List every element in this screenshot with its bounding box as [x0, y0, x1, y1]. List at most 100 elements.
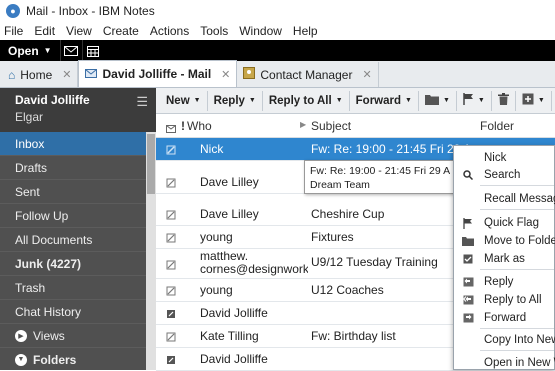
sidebar-item-drafts[interactable]: Drafts [0, 156, 156, 180]
context-menu-label: Mark as [484, 252, 525, 265]
tab-home-label: Home [20, 67, 53, 82]
context-menu-item-move-to-folder[interactable]: Move to Folder... [454, 232, 555, 249]
sidebar-item-label: Sent [15, 184, 40, 199]
close-icon[interactable]: ✕ [362, 68, 371, 81]
reply-label: Reply [213, 94, 245, 107]
menu-edit[interactable]: Edit [34, 24, 55, 38]
sent-message-icon [166, 308, 176, 318]
sidebar-item-chat-history[interactable]: Chat History [0, 300, 156, 324]
context-menu-label: Open in New Wi [484, 356, 555, 369]
message-icon [166, 144, 176, 155]
sidebar-item-trash[interactable]: Trash [0, 276, 156, 300]
delete-button[interactable] [492, 90, 516, 111]
context-menu-item-sender[interactable]: Nick [454, 149, 555, 166]
tab-mail[interactable]: David Jolliffe - Mail ✕ [78, 60, 238, 87]
sent-message-icon [166, 354, 176, 364]
context-menu-item-search[interactable]: Search [454, 166, 555, 183]
tab-home[interactable]: ⌂ Home ✕ [2, 62, 79, 87]
chevron-down-icon: ▼ [477, 97, 485, 104]
sidebar-item-all-documents[interactable]: All Documents [0, 228, 156, 252]
sidebar-item-sent[interactable]: Sent [0, 180, 156, 204]
tab-contact-manager[interactable]: Contact Manager ✕ [237, 62, 379, 87]
menu-bar: File Edit View Create Actions Tools Wind… [0, 21, 555, 40]
context-menu-label: Nick [484, 151, 507, 164]
menu-actions[interactable]: Actions [150, 24, 189, 38]
menu-help[interactable]: Help [293, 24, 318, 38]
mark-icon [462, 253, 474, 265]
tab-bar: ⌂ Home ✕ David Jolliffe - Mail ✕ Contact… [0, 60, 555, 88]
reply-button[interactable]: Reply ▼ [208, 90, 263, 111]
context-menu-item-copy-into-new[interactable]: Copy Into New [454, 331, 555, 348]
context-menu-item-open-in-new-window[interactable]: Open in New Wi [454, 354, 555, 371]
context-menu-item-mark-as[interactable]: Mark as [454, 250, 555, 267]
scrollbar-thumb[interactable] [147, 134, 155, 194]
forward-button[interactable]: Forward ▼ [350, 90, 419, 111]
sidebar-item-label: Follow Up [15, 208, 69, 223]
context-menu-item-reply[interactable]: Reply [454, 273, 555, 290]
menu-file[interactable]: File [4, 24, 23, 38]
sidebar-item-inbox[interactable]: Inbox [0, 132, 156, 156]
context-menu-label: Forward [484, 311, 527, 324]
sidebar-item-label: Trash [15, 280, 46, 295]
message-icon [166, 331, 176, 342]
sidebar-item-folders[interactable]: ▼ Folders [0, 348, 156, 370]
reply-to-all-button[interactable]: Reply to All ▼ [263, 90, 350, 111]
message-sender: David Jolliffe [200, 352, 268, 366]
menu-view[interactable]: View [66, 24, 92, 38]
menu-separator [480, 269, 554, 270]
context-menu-label: Copy Into New [484, 333, 555, 346]
message-subject: Fixtures [311, 230, 354, 244]
flag-button[interactable]: ▼ [457, 90, 492, 111]
calendar-icon[interactable] [81, 40, 104, 61]
close-icon[interactable]: ✕ [62, 68, 71, 81]
context-menu-label: Recall Message... [484, 192, 555, 205]
sidebar-item-label: Drafts [15, 160, 48, 175]
sidebar-item-junk[interactable]: Junk (4227) [0, 252, 156, 276]
context-menu-item-recall[interactable]: Recall Message... [454, 190, 555, 207]
context-menu-item-forward[interactable]: Forward [454, 309, 555, 326]
open-button[interactable]: Open ▼ [0, 40, 60, 61]
message-sender: Dave Lilley [200, 207, 259, 221]
actions-icon [522, 93, 534, 108]
column-who[interactable]: Who [187, 119, 212, 133]
sidebar-scrollbar[interactable] [146, 132, 156, 370]
chevron-down-icon: ▼ [193, 97, 201, 104]
column-subject[interactable]: Subject [311, 119, 351, 133]
folder-icon [424, 94, 439, 108]
user-subtitle: Elgar [15, 110, 44, 124]
context-menu-label: Reply to All [484, 293, 542, 306]
tooltip-line-2: Dream Team [310, 179, 370, 191]
chevron-down-icon: ▼ [248, 97, 256, 104]
ibm-notes-app-icon: ● [6, 3, 20, 18]
sidebar-item-label: Junk (4227) [15, 256, 82, 271]
context-menu-label: Search [484, 168, 521, 181]
mail-icon [85, 67, 98, 81]
new-button[interactable]: New ▼ [160, 90, 208, 111]
context-menu-item-reply-to-all[interactable]: Reply to All [454, 291, 555, 308]
menu-window[interactable]: Window [239, 24, 282, 38]
sidebar-item-follow-up[interactable]: Follow Up [0, 204, 156, 228]
column-folder[interactable]: Folder [480, 119, 514, 133]
chevron-down-icon: ▼ [537, 97, 545, 104]
context-menu: Nick Search Recall Message... Quick Flag… [453, 145, 555, 370]
chevron-down-icon: ▼ [43, 46, 52, 55]
menu-tools[interactable]: Tools [200, 24, 228, 38]
message-icon [166, 177, 176, 188]
more-actions-button[interactable]: ▼ [516, 90, 552, 111]
sidebar-item-views[interactable]: ▶ Views [0, 324, 156, 348]
menu-create[interactable]: Create [103, 24, 139, 38]
context-menu-item-quick-flag[interactable]: Quick Flag [454, 214, 555, 231]
tab-contact-manager-label: Contact Manager [260, 67, 353, 82]
mail-icon[interactable] [59, 40, 82, 61]
message-icon [166, 232, 176, 243]
user-name: David Jolliffe [15, 93, 90, 107]
window-title: Mail - Inbox - IBM Notes [26, 3, 155, 18]
reply-icon [462, 276, 474, 288]
close-icon[interactable]: ✕ [221, 68, 230, 81]
menu-icon[interactable]: ☰ [136, 94, 148, 110]
move-to-folder-button[interactable]: ▼ [419, 90, 457, 111]
menu-separator [480, 209, 554, 210]
new-label: New [166, 94, 190, 107]
message-sender: matthew. cornes@designworks [200, 250, 308, 276]
sort-arrow-icon: ▶ [300, 120, 307, 129]
